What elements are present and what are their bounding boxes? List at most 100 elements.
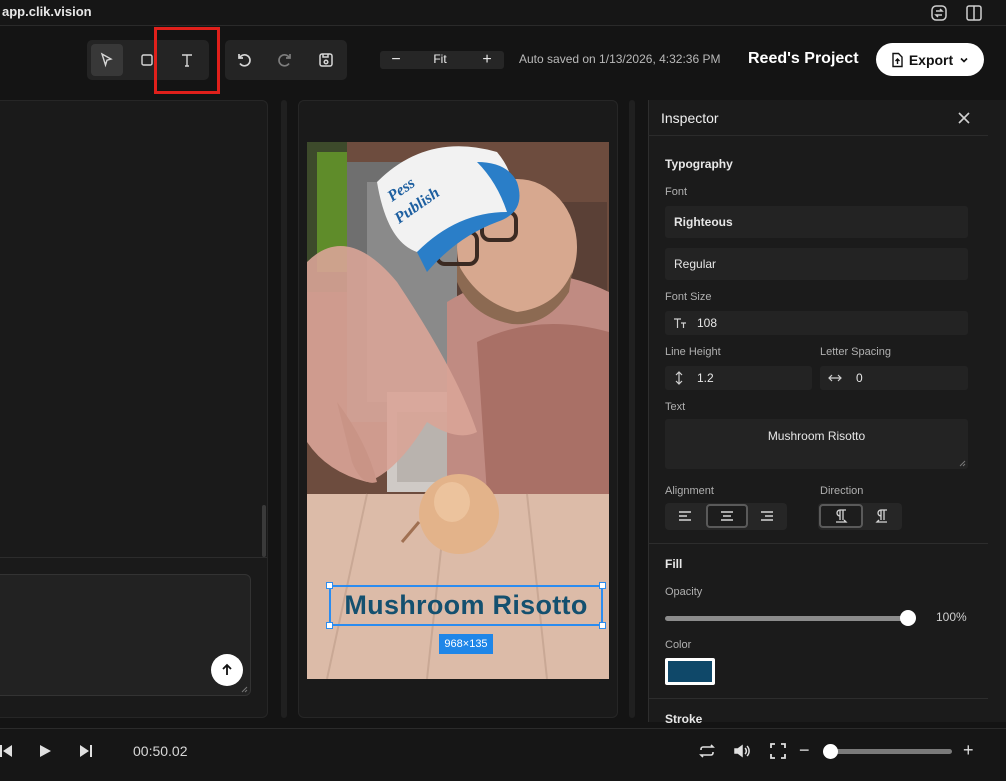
history-group xyxy=(225,40,347,80)
undo-button[interactable] xyxy=(228,44,260,76)
font-label: Font xyxy=(665,186,688,198)
text-content-textarea[interactable]: Mushroom Risotto xyxy=(665,419,968,469)
export-label: Export xyxy=(908,51,954,68)
save-icon xyxy=(319,53,333,67)
scrollbar[interactable] xyxy=(262,505,266,557)
export-button[interactable]: Export xyxy=(876,43,984,76)
line-height-input[interactable]: 1.2 xyxy=(665,366,812,390)
fullscreen-icon xyxy=(770,743,786,759)
align-right-icon xyxy=(761,511,773,521)
font-family-select[interactable]: Righteous xyxy=(665,206,968,238)
alignment-segmented-control xyxy=(665,503,787,530)
text-content-value: Mushroom Risotto xyxy=(767,429,866,443)
close-button[interactable] xyxy=(955,109,973,127)
direction-ltr-button[interactable] xyxy=(819,504,863,528)
resize-grip-icon xyxy=(959,460,966,467)
redo-button[interactable] xyxy=(269,44,301,76)
opacity-label: Opacity xyxy=(665,586,703,598)
loop-button[interactable] xyxy=(697,741,717,761)
line-height-label: Line Height xyxy=(665,346,721,358)
fill-color-swatch[interactable] xyxy=(665,658,715,685)
undo-icon xyxy=(238,53,251,67)
align-center-icon xyxy=(721,511,733,521)
direction-label: Direction xyxy=(820,485,864,497)
typography-section-title: Typography xyxy=(665,157,733,171)
letter-spacing-label: Letter Spacing xyxy=(820,346,891,358)
fill-section-title: Fill xyxy=(665,557,683,571)
panel-divider xyxy=(0,557,267,558)
resize-handle-top-left[interactable] xyxy=(326,582,333,589)
text-label: Text xyxy=(665,401,686,413)
direction-rtl-button[interactable] xyxy=(864,504,900,528)
text-overlay-selection[interactable]: Mushroom Risotto xyxy=(329,585,603,626)
resize-grip-icon xyxy=(241,686,248,693)
title-bar xyxy=(0,0,1006,26)
zoom-in-timeline-button[interactable]: + xyxy=(963,740,974,761)
skip-back-icon xyxy=(0,745,12,757)
split-view-icon[interactable] xyxy=(964,3,984,23)
font-size-input[interactable]: 108 xyxy=(665,311,968,335)
font-weight-select[interactable]: Regular xyxy=(665,248,968,280)
font-size-label: Font Size xyxy=(665,291,712,303)
rectangle-icon xyxy=(141,54,153,66)
section-divider xyxy=(648,698,988,699)
site-url: app.clik.vision xyxy=(2,4,92,19)
skip-forward-button[interactable] xyxy=(76,741,96,761)
red-highlight-annotation xyxy=(154,27,220,94)
skip-back-button[interactable] xyxy=(0,741,16,761)
autosave-status: Auto saved on 1/13/2026, 4:32:36 PM xyxy=(519,52,721,66)
dimensions-badge: 968×135 xyxy=(439,634,493,654)
panel-resize-handle[interactable] xyxy=(629,100,635,718)
save-button[interactable] xyxy=(310,44,342,76)
volume-button[interactable] xyxy=(732,741,752,761)
redo-icon xyxy=(278,53,291,67)
zoom-out-button[interactable]: − xyxy=(382,51,410,69)
play-button[interactable] xyxy=(35,741,55,761)
font-size-icon xyxy=(674,318,686,328)
align-left-icon xyxy=(679,511,691,521)
resize-handle-bottom-right[interactable] xyxy=(599,622,606,629)
fullscreen-button[interactable] xyxy=(768,741,788,761)
zoom-in-button[interactable]: + xyxy=(473,51,501,69)
panel-resize-handle[interactable] xyxy=(281,100,287,718)
line-height-value: 1.2 xyxy=(697,371,714,385)
extensions-icon[interactable] xyxy=(929,3,949,23)
timeline-zoom-slider-thumb[interactable] xyxy=(823,744,838,759)
file-export-icon xyxy=(892,52,903,67)
play-icon xyxy=(40,745,51,757)
align-right-button[interactable] xyxy=(749,504,785,528)
direction-segmented-control xyxy=(818,503,902,530)
text-direction-rtl-icon xyxy=(875,509,887,523)
text-direction-ltr-icon xyxy=(836,509,848,523)
loop-icon xyxy=(699,744,715,758)
project-name[interactable]: Reed's Project xyxy=(748,50,859,68)
letter-spacing-value: 0 xyxy=(856,371,863,385)
close-icon xyxy=(958,112,970,124)
inspector-panel xyxy=(648,100,1006,722)
resize-handle-top-right[interactable] xyxy=(599,582,606,589)
line-height-icon xyxy=(675,371,683,385)
timecode: 00:50.02 xyxy=(133,743,188,759)
select-tool-button[interactable] xyxy=(91,44,123,76)
section-divider xyxy=(648,543,988,544)
align-center-button[interactable] xyxy=(706,504,748,528)
zoom-out-timeline-button[interactable]: − xyxy=(799,740,810,761)
cursor-icon xyxy=(100,52,113,68)
letter-spacing-input[interactable]: 0 xyxy=(820,366,968,390)
timeline-zoom-slider[interactable] xyxy=(830,749,952,754)
opacity-value: 100% xyxy=(936,610,967,624)
zoom-control: − Fit + xyxy=(380,51,504,69)
align-left-button[interactable] xyxy=(667,504,703,528)
font-weight-value: Regular xyxy=(674,257,717,271)
color-label: Color xyxy=(665,639,692,651)
resize-handle-bottom-left[interactable] xyxy=(326,622,333,629)
send-button[interactable] xyxy=(211,654,243,686)
zoom-level[interactable]: Fit xyxy=(412,52,468,66)
font-family-value: Righteous xyxy=(674,215,733,229)
opacity-slider-thumb[interactable] xyxy=(900,610,916,626)
text-overlay[interactable]: Mushroom Risotto xyxy=(344,590,587,621)
arrow-up-icon xyxy=(222,663,232,675)
opacity-slider[interactable] xyxy=(665,616,909,621)
font-size-value: 108 xyxy=(697,316,718,330)
chevron-down-icon xyxy=(960,57,968,63)
